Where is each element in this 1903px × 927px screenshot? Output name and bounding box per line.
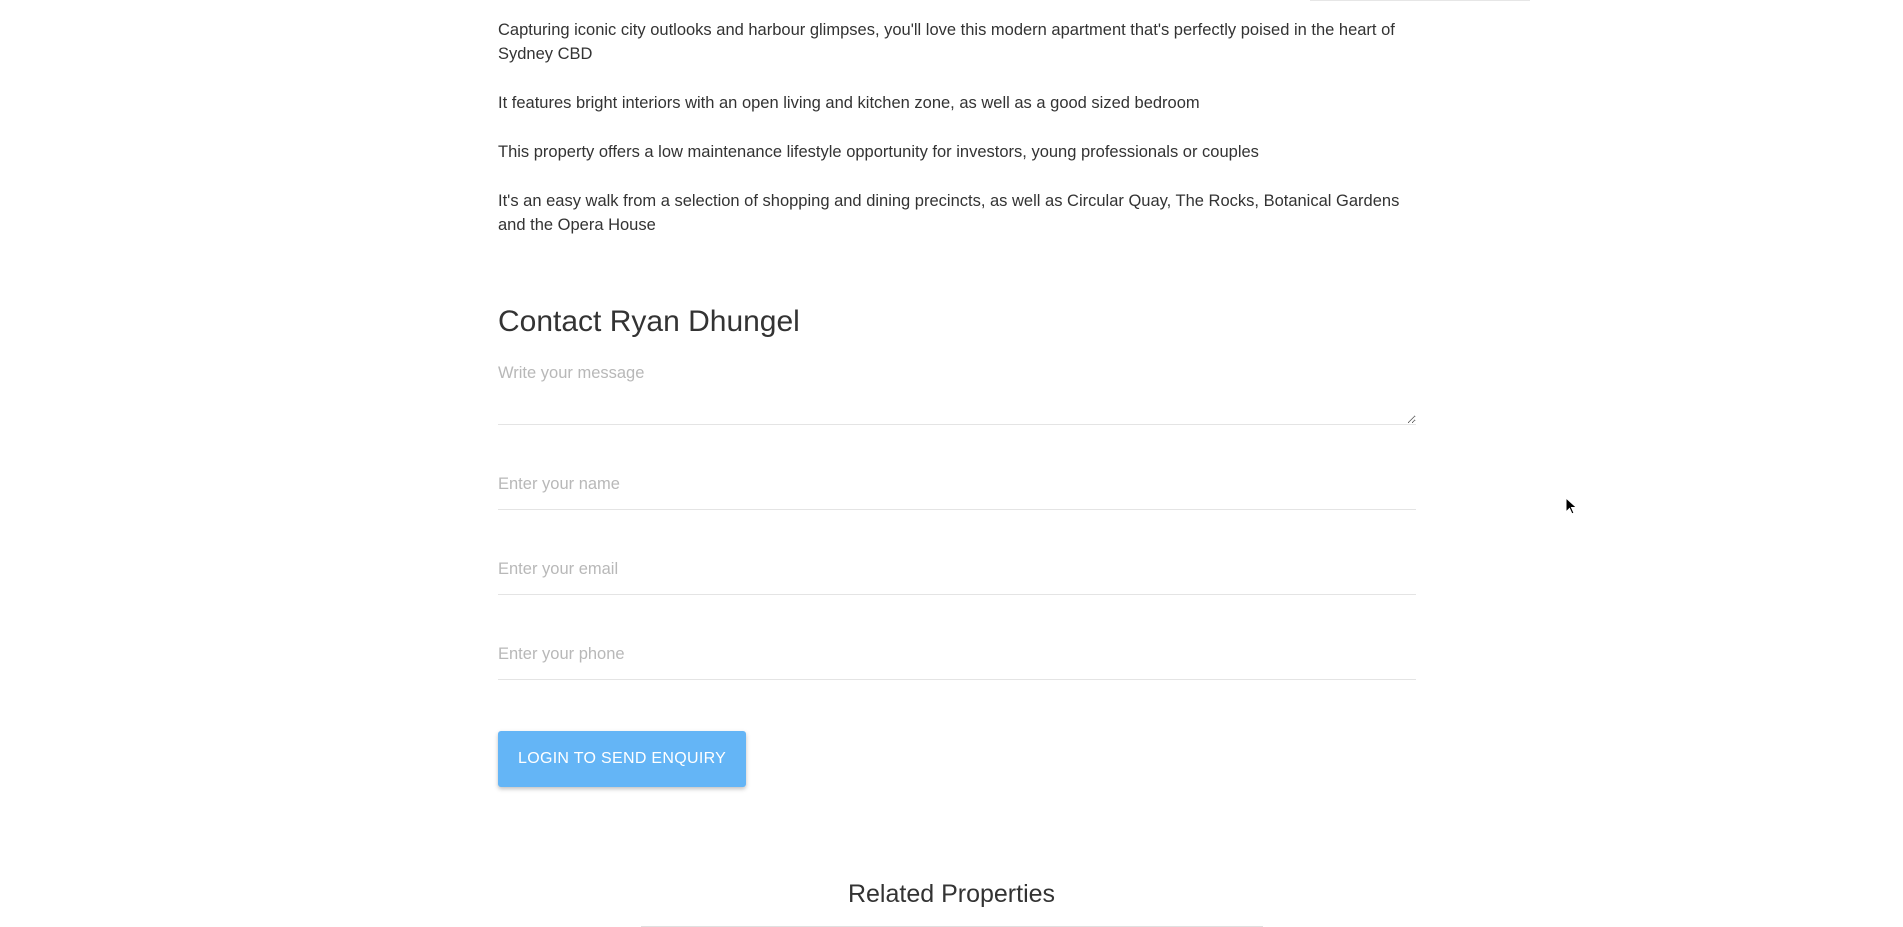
login-to-send-enquiry-button[interactable]: LOGIN TO SEND ENQUIRY bbox=[498, 731, 747, 787]
page: Capturing iconic city outlooks and harbo… bbox=[0, 0, 1903, 927]
property-description: Capturing iconic city outlooks and harbo… bbox=[498, 18, 1416, 237]
email-input[interactable] bbox=[498, 544, 1416, 595]
top-divider bbox=[1310, 0, 1530, 1]
phone-input[interactable] bbox=[498, 629, 1416, 680]
description-paragraph: It's an easy walk from a selection of sh… bbox=[498, 192, 1400, 234]
message-textarea[interactable] bbox=[498, 357, 1416, 425]
mouse-pointer-icon bbox=[1565, 497, 1578, 515]
contact-form: LOGIN TO SEND ENQUIRY bbox=[498, 357, 1416, 787]
contact-title: Contact Ryan Dhungel bbox=[498, 305, 800, 338]
description-paragraph: This property offers a low maintenance l… bbox=[498, 143, 1259, 161]
description-paragraph: Capturing iconic city outlooks and harbo… bbox=[498, 21, 1395, 63]
related-properties-title: Related Properties bbox=[847, 880, 1056, 908]
related-properties-section: Related Properties bbox=[0, 878, 1903, 927]
name-input[interactable] bbox=[498, 459, 1416, 510]
description-paragraph: It features bright interiors with an ope… bbox=[498, 94, 1200, 112]
property-content: Capturing iconic city outlooks and harbo… bbox=[498, 18, 1416, 787]
